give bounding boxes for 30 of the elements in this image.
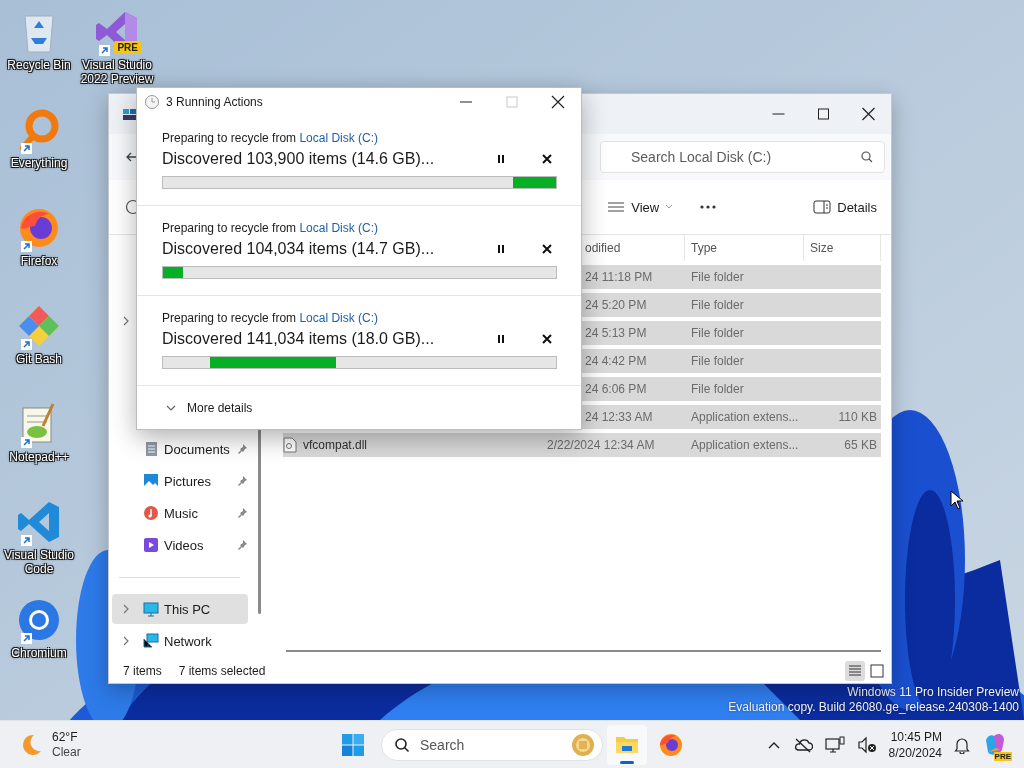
type-text: Application extens... bbox=[691, 438, 799, 452]
type-text: File folder bbox=[691, 270, 744, 284]
temperature-text: 62°F bbox=[52, 729, 79, 745]
source-text: Preparing to recycle from Local Disk (C:) bbox=[162, 221, 380, 235]
type-text: File folder bbox=[691, 382, 744, 396]
date-text: 24 5:13 PM bbox=[585, 326, 647, 340]
file-name: vfcompat.dll bbox=[303, 438, 368, 452]
type-text: File folder bbox=[691, 326, 744, 340]
dialog-title: 3 Running Actions bbox=[166, 95, 263, 109]
item-count: 7 items bbox=[123, 664, 162, 678]
date-text: 24 5:20 PM bbox=[585, 298, 647, 312]
size-text: 110 KB bbox=[838, 410, 877, 424]
preview-badge: PRE bbox=[993, 751, 1012, 761]
date-text: 2/22/2024 12:34 AM bbox=[547, 438, 655, 452]
type-text: File folder bbox=[691, 354, 744, 368]
status-text: Discovered 104,034 items (14.7 GB)... bbox=[162, 240, 436, 258]
source-text: Preparing to recycle from Local Disk (C:) bbox=[162, 131, 380, 145]
weather-text: Clear bbox=[52, 744, 81, 760]
selection-count: 7 items selected bbox=[178, 664, 266, 678]
date-text: 24 6:06 PM bbox=[585, 382, 647, 396]
size-text: 65 KB bbox=[844, 438, 877, 452]
date-text: 24 11:18 PM bbox=[585, 270, 653, 284]
date-text: 24 4:42 PM bbox=[585, 354, 647, 368]
preview-badge: PRE bbox=[114, 41, 141, 54]
type-text: Application extens... bbox=[691, 410, 799, 424]
type-text: File folder bbox=[691, 298, 744, 312]
watermark-text: Evaluation copy. Build 26080.ge_release.240308-1400 bbox=[728, 700, 1019, 715]
watermark-text: Windows 11 Pro Insider Preview bbox=[846, 685, 1019, 700]
date-text: 24 12:33 AM bbox=[585, 410, 653, 424]
status-text: Discovered 103,900 items (14.6 GB)... bbox=[162, 150, 436, 168]
